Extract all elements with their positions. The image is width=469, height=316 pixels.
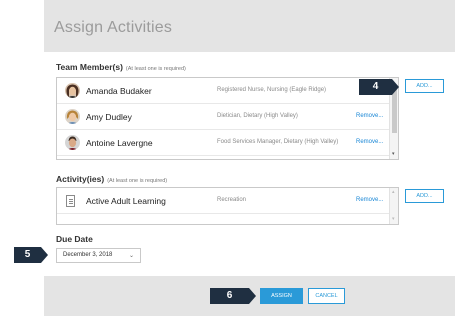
avatar bbox=[65, 109, 80, 124]
team-members-label-text: Team Member(s) bbox=[56, 62, 123, 72]
step-callout-6: 6 bbox=[210, 288, 256, 304]
team-members-label: Team Member(s) (At least one is required) bbox=[56, 62, 186, 72]
cancel-button[interactable]: CANCEL bbox=[308, 288, 345, 304]
activity-name: Active Adult Learning bbox=[86, 196, 166, 206]
team-member-row: Antoine Lavergne Food Services Manager, … bbox=[57, 130, 398, 156]
assign-button[interactable]: ASSIGN bbox=[260, 288, 303, 304]
due-date-value: December 3, 2018 bbox=[63, 252, 113, 258]
team-member-row: Amy Dudley Dietician, Dietary (High Vall… bbox=[57, 104, 398, 130]
activities-label: Activity(ies) (At least one is required) bbox=[56, 174, 167, 184]
activity-list-scrollbar[interactable]: ▴ ▾ bbox=[389, 188, 398, 224]
avatar bbox=[65, 135, 80, 150]
add-activity-button[interactable]: ADD... bbox=[405, 189, 444, 203]
dialog-header: Assign Activities bbox=[44, 0, 455, 52]
scroll-down-icon[interactable]: ▾ bbox=[392, 217, 395, 222]
remove-activity-link[interactable]: Remove... bbox=[356, 197, 383, 203]
remove-member-link[interactable]: Remove... bbox=[356, 139, 383, 145]
team-member-row: Amanda Budaker Registered Nurse, Nursing… bbox=[57, 78, 398, 104]
member-name: Amanda Budaker bbox=[86, 86, 152, 96]
chevron-down-icon: ⌄ bbox=[128, 253, 134, 259]
assign-activities-dialog: Assign Activities Team Member(s) (At leas… bbox=[44, 0, 455, 316]
avatar bbox=[65, 83, 80, 98]
document-icon bbox=[66, 195, 75, 207]
activity-row: Active Adult Learning Recreation Remove.… bbox=[57, 188, 398, 214]
activities-list: Active Adult Learning Recreation Remove.… bbox=[56, 187, 399, 225]
due-date-select[interactable]: December 3, 2018 ⌄ bbox=[56, 248, 141, 263]
add-team-member-button[interactable]: ADD... bbox=[405, 79, 444, 93]
team-members-list: Amanda Budaker Registered Nurse, Nursing… bbox=[56, 77, 399, 160]
member-name: Amy Dudley bbox=[86, 112, 132, 122]
team-members-required-note: (At least one is required) bbox=[125, 66, 186, 72]
dialog-title: Assign Activities bbox=[54, 19, 173, 36]
due-date-label: Due Date bbox=[56, 234, 93, 244]
scroll-up-icon[interactable]: ▴ bbox=[392, 190, 395, 195]
activities-required-note: (At least one is required) bbox=[107, 178, 168, 184]
scroll-down-icon[interactable]: ▾ bbox=[392, 152, 395, 157]
remove-member-link[interactable]: Remove... bbox=[356, 113, 383, 119]
screen: Assign Activities Team Member(s) (At leas… bbox=[0, 0, 469, 316]
step-callout-4: 4 bbox=[359, 79, 399, 95]
activities-label-text: Activity(ies) bbox=[56, 174, 105, 184]
member-name: Antoine Lavergne bbox=[86, 138, 153, 148]
activity-category: Recreation bbox=[217, 197, 247, 203]
step-callout-5: 5 bbox=[14, 247, 48, 263]
member-role: Registered Nurse, Nursing (Eagle Ridge) bbox=[217, 87, 327, 93]
member-role: Dietician, Dietary (High Valley) bbox=[217, 113, 298, 119]
member-role: Food Services Manager, Dietary (High Val… bbox=[217, 139, 339, 145]
